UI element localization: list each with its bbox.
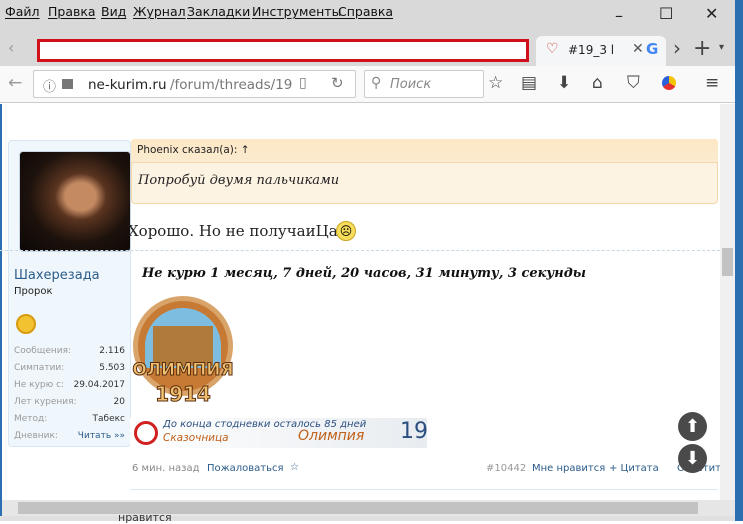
- back-icon[interactable]: ←: [8, 73, 22, 93]
- stat-likes: Симпатии: 5.503: [14, 363, 125, 373]
- reload-icon[interactable]: ↻: [331, 74, 344, 92]
- stat-quit-date: Не курю с: 29.04.2017: [14, 380, 125, 390]
- signature-text: Не курю 1 месяц, 7 дней, 20 часов, 31 ми…: [142, 266, 586, 281]
- diary-link[interactable]: Читать »»: [78, 431, 125, 441]
- stat-value: Табекс: [92, 414, 125, 424]
- scroll-up-button[interactable]: ⬆: [678, 412, 707, 441]
- stat-label: Лет курения:: [14, 397, 77, 407]
- tab-close-icon[interactable]: ✕: [632, 41, 644, 57]
- menu-hamburger-icon[interactable]: ≡: [705, 73, 719, 93]
- avatar[interactable]: [19, 151, 131, 252]
- tabs-scroll-left-icon[interactable]: ‹: [8, 38, 14, 57]
- logo-year: 1914: [155, 382, 212, 407]
- post-divider: [130, 489, 718, 490]
- like-link[interactable]: Мне нравится: [532, 463, 605, 474]
- site-favicon-icon: ♡: [546, 41, 559, 57]
- stat-diary: Дневник: Читать »»: [14, 431, 125, 441]
- post-time[interactable]: 6 мин. назад: [132, 463, 200, 474]
- pocket-icon[interactable]: ⛉: [627, 73, 640, 93]
- stat-label: Не курю с:: [14, 380, 65, 390]
- menu-view[interactable]: Вид: [101, 4, 126, 19]
- permissions-icon[interactable]: [62, 79, 73, 89]
- bookmark-star-icon[interactable]: ☆: [488, 73, 503, 93]
- stat-messages: Сообщения: 2.116: [14, 346, 125, 356]
- stat-value: 20: [113, 397, 125, 407]
- tab-title: #19_3 l: [568, 43, 615, 57]
- reader-view-icon[interactable]: ▯: [299, 75, 307, 91]
- stat-label: Симпатии:: [14, 363, 65, 373]
- stat-years-smoking: Лет курения: 20: [14, 397, 125, 407]
- search-input[interactable]: ⚲ Поиск: [364, 70, 484, 98]
- bookmark-star-button[interactable]: ☆: [290, 462, 299, 473]
- menu-history[interactable]: Журнал: [133, 4, 186, 19]
- stat-value: 29.04.2017: [73, 380, 125, 390]
- home-icon[interactable]: ⌂: [592, 73, 603, 93]
- banner-name: Сказочница: [163, 432, 229, 444]
- stat-label: Метод:: [14, 414, 48, 424]
- tabs-scroll-right-icon[interactable]: ›: [673, 36, 681, 60]
- banner-number: 19: [400, 419, 428, 444]
- desktop-edge: [735, 0, 743, 521]
- menu-bar: Файл Правка Вид Журнал Закладки Инструме…: [0, 0, 743, 30]
- search-icon: ⚲: [371, 75, 382, 91]
- medal-icon: [16, 314, 36, 334]
- reading-list-icon[interactable]: ▤: [521, 73, 537, 93]
- tab-list-button[interactable]: ▾: [719, 42, 724, 53]
- url-path: /forum/threads/19: [170, 77, 293, 93]
- menu-file[interactable]: Файл: [5, 4, 40, 19]
- banner-event: Олимпия: [298, 428, 365, 444]
- report-link[interactable]: Пожаловаться: [207, 463, 284, 474]
- stat-label: Дневник:: [14, 431, 58, 441]
- stat-value: 5.503: [99, 363, 125, 373]
- message-text: Хорошо. Но не получаиЦа.: [128, 222, 343, 240]
- user-title: Пророк: [14, 286, 53, 297]
- stat-method: Метод: Табекс: [14, 414, 125, 424]
- google-tab-icon[interactable]: G: [646, 40, 658, 58]
- background-text: нравится: [118, 511, 172, 524]
- new-tab-button[interactable]: +: [693, 36, 711, 61]
- stat-value: 2.116: [99, 346, 125, 356]
- olympia-logo: ОЛИМПИЯ 1914: [131, 296, 235, 412]
- post-id-link[interactable]: #10442: [486, 463, 526, 474]
- vertical-scroll-thumb[interactable]: [722, 248, 733, 276]
- info-icon[interactable]: ⓘ: [43, 76, 56, 95]
- menu-edit[interactable]: Правка: [48, 4, 96, 19]
- below-window: нравится: [0, 512, 735, 524]
- search-placeholder: Поиск: [390, 77, 432, 92]
- vertical-scrollbar[interactable]: [720, 104, 735, 500]
- signature-banner: До конца стодневки осталось 85 дней Сказ…: [130, 418, 428, 448]
- menu-bookmarks[interactable]: Закладки: [187, 4, 250, 19]
- maximize-button[interactable]: ☐: [659, 4, 673, 23]
- quote-author[interactable]: Phoenix сказал(а): ↑: [137, 144, 250, 156]
- quote-header: Phoenix сказал(а): ↑: [131, 139, 718, 163]
- menu-tools[interactable]: Инструменты: [252, 4, 341, 19]
- scroll-down-button[interactable]: ⬇: [678, 444, 707, 473]
- signature-divider: [0, 250, 720, 251]
- url-domain: ne-kurim.ru: [88, 77, 167, 93]
- quote-link[interactable]: + Цитата: [609, 463, 659, 474]
- quote-text: Попробуй двумя пальчиками: [138, 173, 340, 188]
- sad-smiley-icon: ☹: [336, 221, 356, 241]
- close-window-button[interactable]: ✕: [705, 4, 718, 23]
- no-smoking-icon: [134, 421, 158, 445]
- menu-help[interactable]: Справка: [338, 4, 393, 19]
- extension-icon[interactable]: [662, 76, 676, 90]
- logo-text: ОЛИМПИЯ: [132, 360, 234, 381]
- minimize-button[interactable]: –: [615, 6, 623, 25]
- stat-label: Сообщения:: [14, 346, 72, 356]
- downloads-icon[interactable]: ⬇: [557, 73, 571, 93]
- redacted-tabs-box: [37, 39, 529, 62]
- username-link[interactable]: Шахерезада: [14, 268, 100, 283]
- url-bar[interactable]: ⓘ ne-kurim.ru /forum/threads/19 ▯ ↻: [33, 70, 356, 98]
